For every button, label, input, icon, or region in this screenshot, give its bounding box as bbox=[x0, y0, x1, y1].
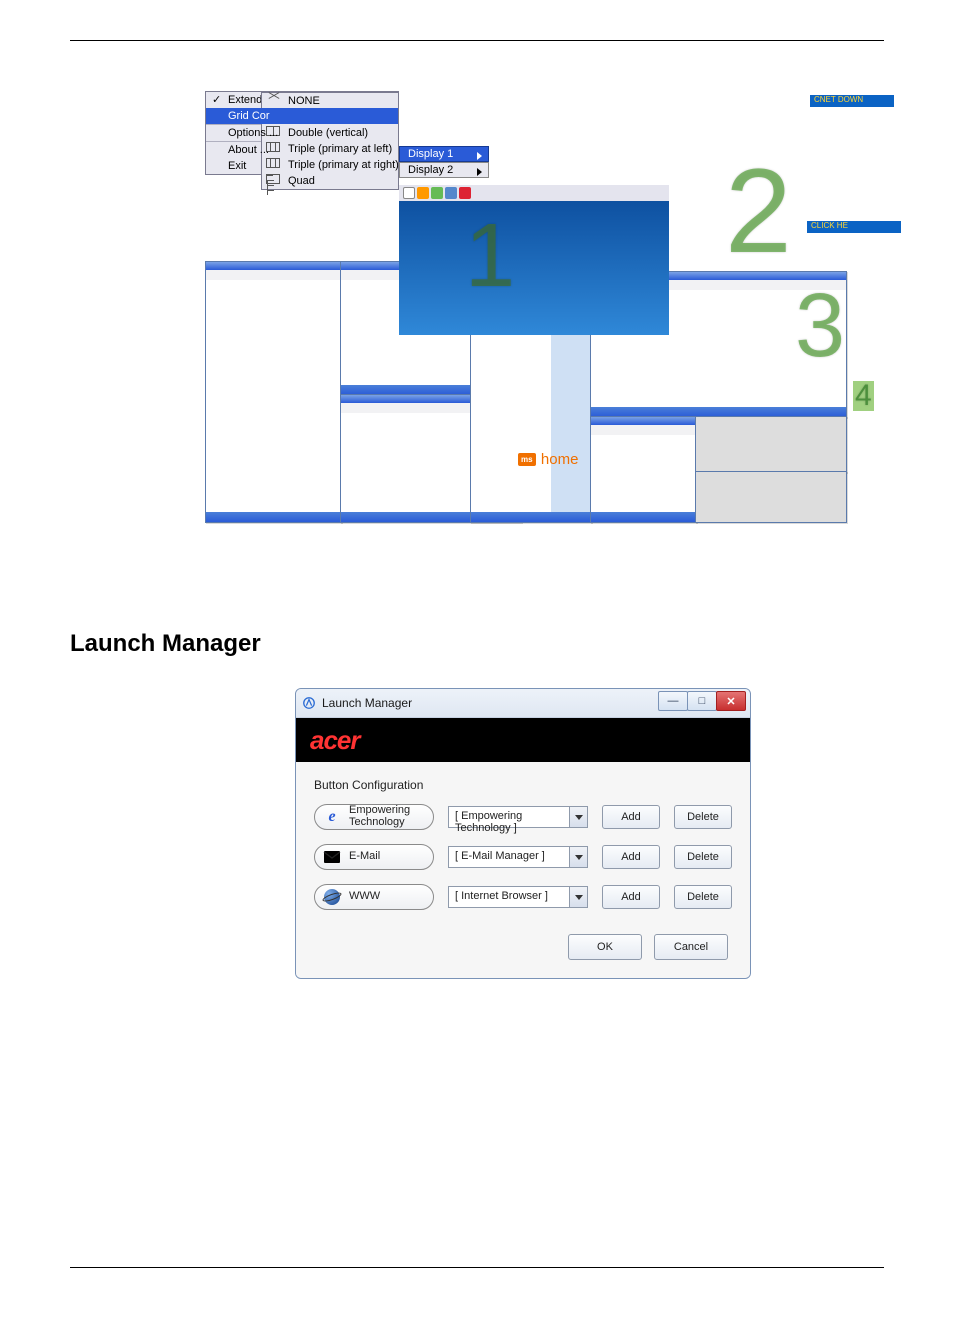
sub-quad[interactable]: Quad bbox=[262, 173, 398, 189]
cancel-button[interactable]: Cancel bbox=[654, 934, 728, 960]
pill-label: WWW bbox=[349, 891, 380, 903]
select-value: [ Internet Browser ] bbox=[455, 890, 548, 902]
add-button[interactable]: Add bbox=[602, 845, 660, 869]
minimize-button[interactable]: ― bbox=[658, 691, 688, 711]
display-number-1: 1 bbox=[465, 211, 515, 301]
hw-button-www: WWW bbox=[314, 884, 434, 910]
config-row-empowering: e Empowering Technology [ Empowering Tec… bbox=[314, 804, 732, 830]
ok-button[interactable]: OK bbox=[568, 934, 642, 960]
msn-home-label: home bbox=[541, 451, 579, 468]
chevron-down-icon bbox=[569, 807, 587, 827]
mini-window: msn bbox=[205, 261, 342, 523]
delete-button[interactable]: Delete bbox=[674, 885, 732, 909]
display-switch: Display 1 Display 2 bbox=[399, 146, 489, 178]
app-icon bbox=[302, 696, 316, 710]
acer-logo: acer bbox=[310, 725, 360, 756]
select-value: [ Empowering Technology ] bbox=[455, 810, 522, 834]
cnet-strip-1: CNET DOWN bbox=[810, 95, 894, 107]
dialog-footer: OK Cancel bbox=[314, 924, 732, 964]
taskbar bbox=[399, 185, 669, 201]
display-grid-screenshot: Extend NONE Single Double (vertical) T bbox=[205, 91, 901, 535]
action-select-empowering[interactable]: [ Empowering Technology ] bbox=[448, 806, 588, 828]
cnet-strip-2: CLICK HE bbox=[807, 221, 901, 233]
chevron-down-icon bbox=[569, 887, 587, 907]
mail-icon bbox=[323, 848, 341, 866]
tray-green-icon bbox=[431, 187, 443, 199]
window-title: Launch Manager bbox=[322, 696, 412, 710]
ctx-options[interactable]: Options ... bbox=[206, 125, 398, 141]
config-row-www: WWW [ Internet Browser ] Add Delete bbox=[314, 884, 732, 910]
section-heading-launch-manager: Launch Manager bbox=[70, 630, 884, 658]
ie-icon: e bbox=[323, 808, 341, 826]
ctx-grid-config[interactable]: Grid Cor bbox=[206, 108, 398, 124]
extend-submenu: NONE Single Double (vertical) Triple (pr… bbox=[261, 92, 399, 190]
display-number-2: 2 bbox=[725, 151, 792, 271]
context-menu: Extend NONE Single Double (vertical) T bbox=[205, 91, 399, 175]
sub-none[interactable]: NONE bbox=[262, 93, 398, 109]
close-button[interactable]: ✕ bbox=[716, 691, 746, 711]
titlebar: Launch Manager ― □ ✕ bbox=[296, 689, 750, 718]
globe-icon bbox=[323, 888, 341, 906]
display-number-3: 3 bbox=[795, 281, 845, 371]
section-label: Button Configuration bbox=[314, 778, 732, 792]
hw-button-email: E-Mail bbox=[314, 844, 434, 870]
add-button[interactable]: Add bbox=[602, 805, 660, 829]
ctx-exit[interactable]: Exit bbox=[206, 158, 398, 174]
display-2-button[interactable]: Display 2 bbox=[399, 162, 489, 178]
none-icon bbox=[266, 95, 282, 106]
config-row-email: E-Mail [ E-Mail Manager ] Add Delete bbox=[314, 844, 732, 870]
mini-window bbox=[695, 471, 847, 523]
tray-red-icon bbox=[459, 187, 471, 199]
tray-orange-icon bbox=[417, 187, 429, 199]
mini-window bbox=[695, 416, 847, 473]
pill-label: Empowering Technology bbox=[349, 805, 410, 828]
ctx-about[interactable]: About ... bbox=[206, 142, 398, 158]
action-select-www[interactable]: [ Internet Browser ] bbox=[448, 886, 588, 908]
chevron-down-icon bbox=[569, 847, 587, 867]
msn-home: ms home bbox=[518, 451, 578, 468]
launch-manager-window: Launch Manager ― □ ✕ acer Button Configu… bbox=[295, 688, 751, 979]
hw-button-empowering: e Empowering Technology bbox=[314, 804, 434, 830]
action-select-email[interactable]: [ E-Mail Manager ] bbox=[448, 846, 588, 868]
delete-button[interactable]: Delete bbox=[674, 805, 732, 829]
pill-label: E-Mail bbox=[349, 851, 380, 863]
brand-bar: acer bbox=[296, 718, 750, 762]
add-button[interactable]: Add bbox=[602, 885, 660, 909]
select-value: [ E-Mail Manager ] bbox=[455, 850, 545, 862]
msn-home-icon: ms bbox=[518, 453, 536, 466]
display-1-button[interactable]: Display 1 bbox=[399, 146, 489, 162]
delete-button[interactable]: Delete bbox=[674, 845, 732, 869]
quad-icon bbox=[266, 174, 280, 184]
tray-flag-icon bbox=[403, 187, 415, 199]
maximize-button[interactable]: □ bbox=[687, 691, 717, 711]
desktop-preview bbox=[399, 185, 669, 335]
window-body: Button Configuration e Empowering Techno… bbox=[296, 762, 750, 978]
mini-window bbox=[590, 416, 697, 523]
tray-blue-icon bbox=[445, 187, 457, 199]
display-number-4: 4 bbox=[853, 381, 874, 411]
